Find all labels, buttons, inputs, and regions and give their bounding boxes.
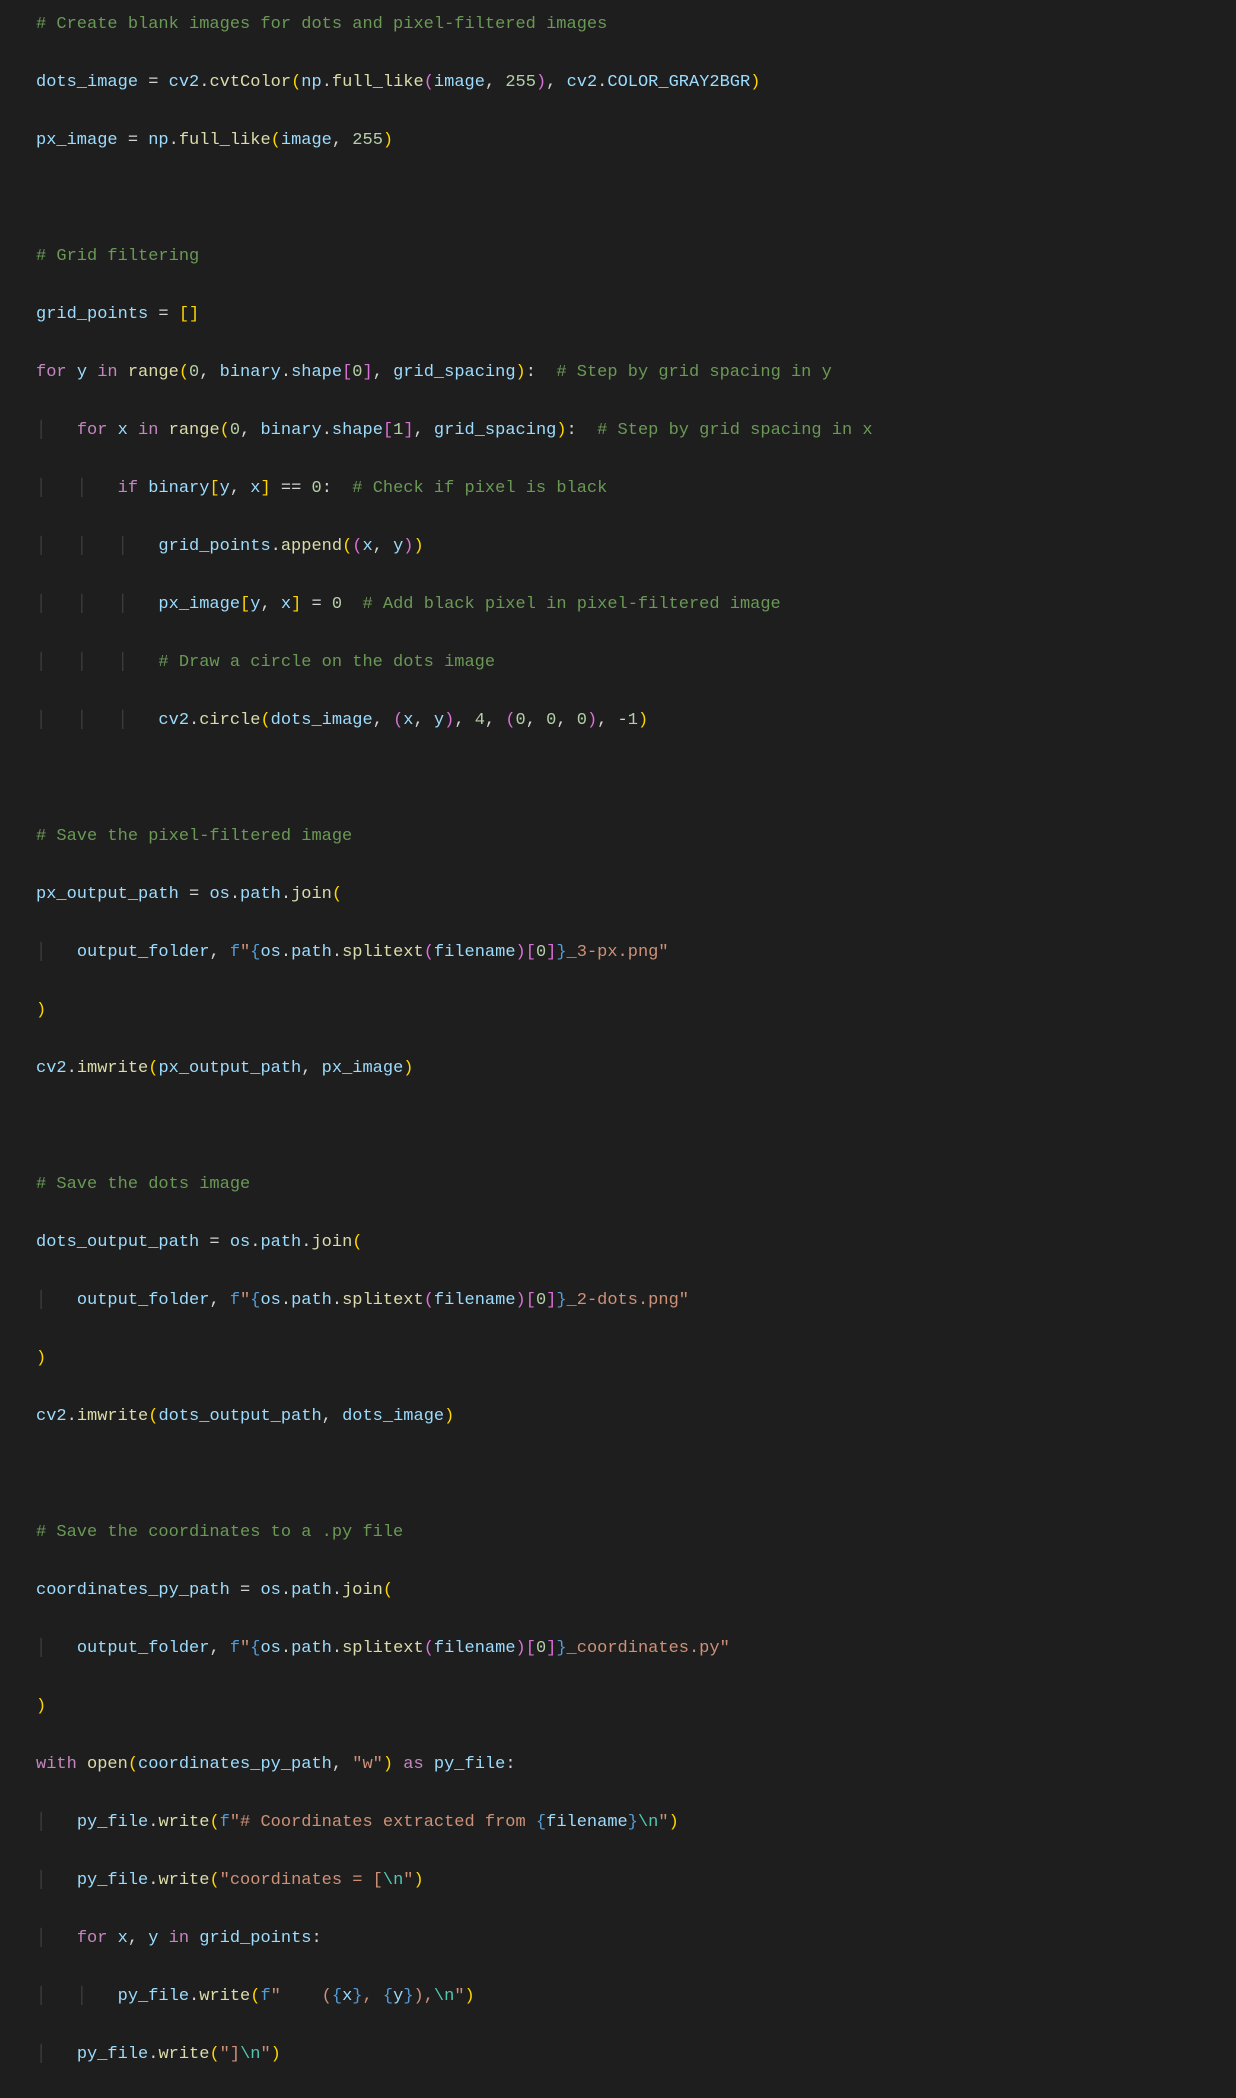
code-line: │ │ │ grid_points.append((x, y)) — [0, 532, 1236, 561]
code-line: ) — [0, 1692, 1236, 1721]
code-line: │ py_file.write("]\n") — [0, 2040, 1236, 2069]
code-line: │ output_folder, f"{os.path.splitext(fil… — [0, 1286, 1236, 1315]
code-line: cv2.imwrite(dots_output_path, dots_image… — [0, 1402, 1236, 1431]
code-line: │ │ py_file.write(f" ({x}, {y}),\n") — [0, 1982, 1236, 2011]
code-line: dots_image = cv2.cvtColor(np.full_like(i… — [0, 68, 1236, 97]
code-line: dots_output_path = os.path.join( — [0, 1228, 1236, 1257]
code-line: │ py_file.write("coordinates = [\n") — [0, 1866, 1236, 1895]
code-line: # Save the dots image — [0, 1170, 1236, 1199]
code-line: cv2.imwrite(px_output_path, px_image) — [0, 1054, 1236, 1083]
code-line: # Grid filtering — [0, 242, 1236, 271]
code-line: coordinates_py_path = os.path.join( — [0, 1576, 1236, 1605]
code-line: │ │ │ # Draw a circle on the dots image — [0, 648, 1236, 677]
code-line: # Save the pixel-filtered image — [0, 822, 1236, 851]
code-line: grid_points = [] — [0, 300, 1236, 329]
code-line: ) — [0, 996, 1236, 1025]
code-line — [0, 1112, 1236, 1141]
code-line — [0, 1460, 1236, 1489]
code-line: │ output_folder, f"{os.path.splitext(fil… — [0, 938, 1236, 967]
code-line — [0, 184, 1236, 213]
code-line — [0, 764, 1236, 793]
code-line: │ output_folder, f"{os.path.splitext(fil… — [0, 1634, 1236, 1663]
code-line: │ for x in range(0, binary.shape[1], gri… — [0, 416, 1236, 445]
code-line: with open(coordinates_py_path, "w") as p… — [0, 1750, 1236, 1779]
code-line: │ │ │ cv2.circle(dots_image, (x, y), 4, … — [0, 706, 1236, 735]
code-line: │ py_file.write(f"# Coordinates extracte… — [0, 1808, 1236, 1837]
code-line: ) — [0, 1344, 1236, 1373]
code-line: # Create blank images for dots and pixel… — [0, 10, 1236, 39]
code-line: │ for x, y in grid_points: — [0, 1924, 1236, 1953]
code-line: │ │ if binary[y, x] == 0: # Check if pix… — [0, 474, 1236, 503]
code-line: # Save the coordinates to a .py file — [0, 1518, 1236, 1547]
code-line: px_output_path = os.path.join( — [0, 880, 1236, 909]
code-line: for y in range(0, binary.shape[0], grid_… — [0, 358, 1236, 387]
code-block: # Create blank images for dots and pixel… — [0, 0, 1236, 2098]
code-line: px_image = np.full_like(image, 255) — [0, 126, 1236, 155]
code-line: │ │ │ px_image[y, x] = 0 # Add black pix… — [0, 590, 1236, 619]
